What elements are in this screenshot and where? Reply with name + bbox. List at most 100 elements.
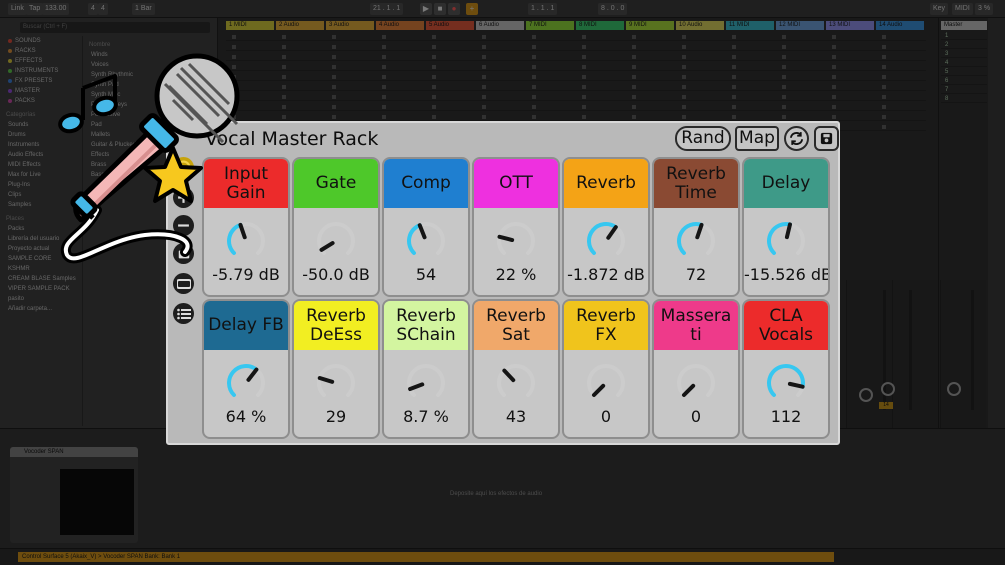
clip-slot[interactable] <box>732 105 736 109</box>
collapse-button[interactable] <box>173 273 194 294</box>
macro-dial[interactable] <box>492 359 540 407</box>
browser-place-item[interactable]: Añadir carpeta... <box>0 304 82 314</box>
clip-slot[interactable] <box>282 85 286 89</box>
clip-slot[interactable] <box>532 105 536 109</box>
clip-slot[interactable] <box>232 85 236 89</box>
clip-slot[interactable] <box>782 55 786 59</box>
clip-slot[interactable] <box>682 115 686 119</box>
browser-place-item[interactable]: pasito <box>0 294 82 304</box>
clip-slot[interactable] <box>782 65 786 69</box>
macro-dial[interactable] <box>222 359 270 407</box>
browser-collection-item[interactable]: RACKS <box>0 46 82 56</box>
browser-category-item[interactable]: Plug-Ins <box>0 180 82 190</box>
clip-slot[interactable] <box>582 115 586 119</box>
clip-slot[interactable] <box>382 115 386 119</box>
clip-slot[interactable] <box>532 55 536 59</box>
device-title[interactable]: Vocoder SPAN <box>10 447 138 457</box>
clip-slot[interactable] <box>632 95 636 99</box>
map-button[interactable]: Map <box>735 126 779 151</box>
clip-slot[interactable] <box>732 75 736 79</box>
tempo-field[interactable]: 133.00 <box>42 3 70 15</box>
browser-search-input[interactable]: Buscar (Ctrl + F) <box>20 22 210 33</box>
midi-map-button[interactable]: MIDI <box>952 3 973 15</box>
clip-slot[interactable] <box>482 55 486 59</box>
scene-launch-button[interactable]: 6 <box>941 77 987 85</box>
play-icon[interactable]: ▶ <box>420 3 432 15</box>
macro-dial[interactable] <box>222 217 270 265</box>
refresh-button[interactable] <box>784 126 809 151</box>
signature-denominator[interactable]: 4 <box>98 3 108 15</box>
track-header[interactable]: 4 Audio <box>376 21 424 30</box>
browser-folder-item[interactable]: Synth Misc <box>83 90 218 100</box>
macro-knob-1[interactable]: Input Gain -5.79 dB <box>202 157 290 297</box>
browser-category-item[interactable]: Samples <box>0 200 82 210</box>
scene-launch-button[interactable]: 2 <box>941 41 987 49</box>
macro-dial[interactable] <box>312 359 360 407</box>
browser-folder-item[interactable]: Synth Rhythmic <box>83 70 218 80</box>
macro-knob-10[interactable]: Reverb SChain 8.7 % <box>382 299 470 439</box>
clip-slot[interactable] <box>682 85 686 89</box>
stop-icon[interactable]: ■ <box>434 3 446 15</box>
clip-slot[interactable] <box>632 55 636 59</box>
macro-knob-3[interactable]: Comp 54 <box>382 157 470 297</box>
macro-dial[interactable] <box>492 217 540 265</box>
chain-list-button[interactable] <box>173 303 194 324</box>
clip-slot[interactable] <box>732 35 736 39</box>
browser-place-item[interactable]: KSHMR <box>0 264 82 274</box>
browser-collection-item[interactable]: FX PRESETS <box>0 76 82 86</box>
clip-slot[interactable] <box>632 85 636 89</box>
clip-slot[interactable] <box>482 35 486 39</box>
clip-slot[interactable] <box>682 65 686 69</box>
browser-category-item[interactable]: Clips <box>0 190 82 200</box>
browser-collection-item[interactable]: INSTRUMENTS <box>0 66 82 76</box>
browser-category-item[interactable]: Max for Live <box>0 170 82 180</box>
track-header[interactable]: 5 Audio <box>426 21 474 30</box>
browser-place-item[interactable]: SAMPLE CORE <box>0 254 82 264</box>
clip-slot[interactable] <box>832 35 836 39</box>
metronome-select[interactable]: 1 Bar <box>132 3 155 15</box>
clip-slot[interactable] <box>332 95 336 99</box>
track-header[interactable]: 9 MIDI <box>626 21 674 30</box>
add-variation-button[interactable] <box>173 187 194 208</box>
clip-slot[interactable] <box>732 55 736 59</box>
clip-slot[interactable] <box>632 45 636 49</box>
clip-slot[interactable] <box>332 35 336 39</box>
clip-slot[interactable] <box>582 55 586 59</box>
clip-slot[interactable] <box>232 115 236 119</box>
clip-slot[interactable] <box>732 45 736 49</box>
clip-slot[interactable] <box>482 65 486 69</box>
clip-slot[interactable] <box>682 75 686 79</box>
clip-slot[interactable] <box>882 95 886 99</box>
clip-slot[interactable] <box>332 55 336 59</box>
tap-button[interactable]: Tap <box>26 3 44 15</box>
browser-folder-item[interactable]: Percussive <box>83 110 218 120</box>
clip-slot[interactable] <box>782 85 786 89</box>
clip-slot[interactable] <box>582 45 586 49</box>
clip-slot[interactable] <box>582 85 586 89</box>
clip-slot[interactable] <box>832 85 836 89</box>
clip-slot[interactable] <box>532 65 536 69</box>
overdub-icon[interactable]: + <box>466 3 478 15</box>
macro-knob-12[interactable]: Reverb FX 0 <box>562 299 650 439</box>
clip-slot[interactable] <box>382 105 386 109</box>
macro-knob-9[interactable]: Reverb DeEss 29 <box>292 299 380 439</box>
clip-slot[interactable] <box>782 105 786 109</box>
macro-dial[interactable] <box>582 359 630 407</box>
clip-slot[interactable] <box>782 75 786 79</box>
pan-knob-icon[interactable] <box>859 388 873 402</box>
loop-length-field[interactable]: 8 . 0 . 0 <box>598 3 628 15</box>
key-map-button[interactable]: Key <box>930 3 949 15</box>
macro-knob-6[interactable]: Reverb Time 72 <box>652 157 740 297</box>
browser-place-item[interactable]: CREAM BLASE Samples <box>0 274 82 284</box>
clip-slot[interactable] <box>332 85 336 89</box>
track-header[interactable]: 11 MIDI <box>726 21 774 30</box>
browser-collection-item[interactable]: SOUNDS <box>0 36 82 46</box>
clip-slot[interactable] <box>632 105 636 109</box>
macro-dial[interactable] <box>762 217 810 265</box>
clip-slot[interactable] <box>782 115 786 119</box>
scene-launch-button[interactable]: 5 <box>941 68 987 76</box>
clip-slot[interactable] <box>782 35 786 39</box>
scene-launch-button[interactable]: 4 <box>941 59 987 67</box>
macro-dial[interactable] <box>312 217 360 265</box>
track-header[interactable]: 1 MIDI <box>226 21 274 30</box>
